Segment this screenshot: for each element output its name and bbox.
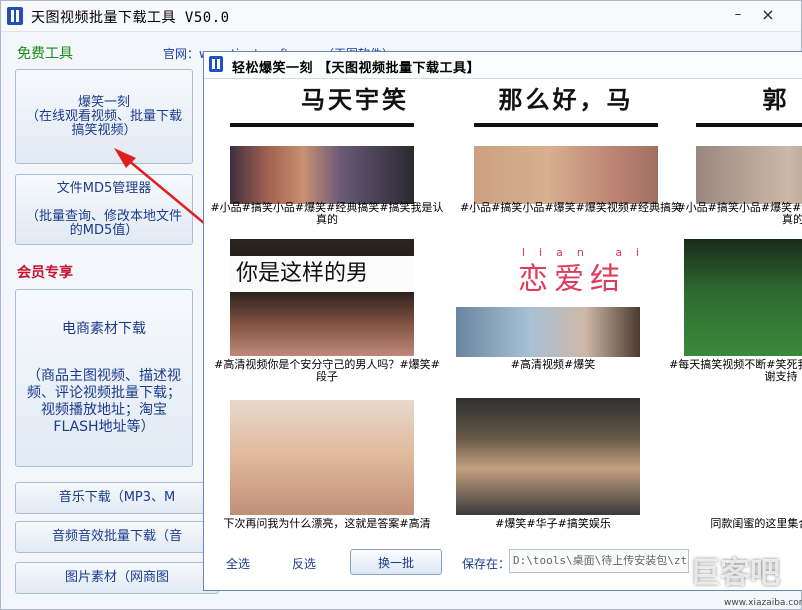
watermark-url: www.xiazaiba.com xyxy=(724,598,802,608)
baoxiao-child-window: 轻松爆笑一刻 【天图视频批量下载工具】 马天宇笑 #小品#搞笑小品#爆笑#经典搞… xyxy=(203,51,802,591)
tool-desc: （批量查询、修改本地文件的MD5值） xyxy=(25,208,182,238)
tool-title: 爆笑一刻 xyxy=(77,94,130,110)
video-card[interactable]: 下次再问我为什么漂亮，这就是答案#高清 xyxy=(210,52,444,542)
title-bar: 天图视频批量下载工具 V50.0 – × xyxy=(1,1,801,32)
tool-desc: （在线观看视频、批量下载搞笑视频） xyxy=(25,108,182,138)
video-thumbnail[interactable] xyxy=(456,398,640,515)
watermark-logo: 巨客吧 xyxy=(690,556,780,591)
minimize-button[interactable]: – xyxy=(729,7,747,23)
window-title: 天图视频批量下载工具 V50.0 xyxy=(31,10,230,26)
save-path-field[interactable]: D:\tools\桌面\待上传安装包\zt xyxy=(509,549,689,573)
video-card[interactable]: 同款闺蜜的这里集合啦#沙雕 xyxy=(664,52,802,542)
image-assets-button[interactable]: 图片素材（网商图 xyxy=(15,562,219,594)
tool-desc: （商品主图视频、描述视频、评论视频批量下载；视频播放地址；淘宝FLASH地址等） xyxy=(27,367,181,435)
save-location-label: 保存在： xyxy=(462,557,511,571)
video-caption: 同款闺蜜的这里集合啦#沙雕 xyxy=(710,518,802,530)
video-caption: 下次再问我为什么漂亮，这就是答案#高清 xyxy=(223,518,431,530)
md5-manager-button[interactable]: 文件MD5管理器 （批量查询、修改本地文件的MD5值） xyxy=(15,174,193,245)
tool-title: 电商素材下载 xyxy=(62,320,146,337)
close-button[interactable]: × xyxy=(759,7,777,23)
audio-download-button[interactable]: 音频音效批量下载（音 xyxy=(15,521,219,553)
next-batch-button[interactable]: 换一批 xyxy=(350,549,442,575)
select-all-button[interactable]: 全选 xyxy=(226,555,250,572)
ecommerce-download-button[interactable]: 电商素材下载 （商品主图视频、描述视频、评论视频批量下载；视频播放地址；淘宝FL… xyxy=(15,289,193,467)
baoxiao-tool-button[interactable]: 爆笑一刻 （在线观看视频、批量下载搞笑视频） xyxy=(15,69,193,164)
tool-title: 文件MD5管理器 xyxy=(56,180,152,196)
video-card[interactable]: #爆笑#华子#搞笑娱乐 xyxy=(436,52,670,542)
section-free-tools: 免费工具 xyxy=(17,46,73,62)
video-caption: #爆笑#华子#搞笑娱乐 xyxy=(495,518,611,530)
app-logo-icon xyxy=(7,7,23,25)
video-thumbnail[interactable] xyxy=(230,400,414,515)
music-download-button[interactable]: 音乐下载（MP3、M xyxy=(15,482,219,514)
invert-selection-button[interactable]: 反选 xyxy=(292,555,316,572)
section-vip: 会员专享 xyxy=(17,265,73,281)
